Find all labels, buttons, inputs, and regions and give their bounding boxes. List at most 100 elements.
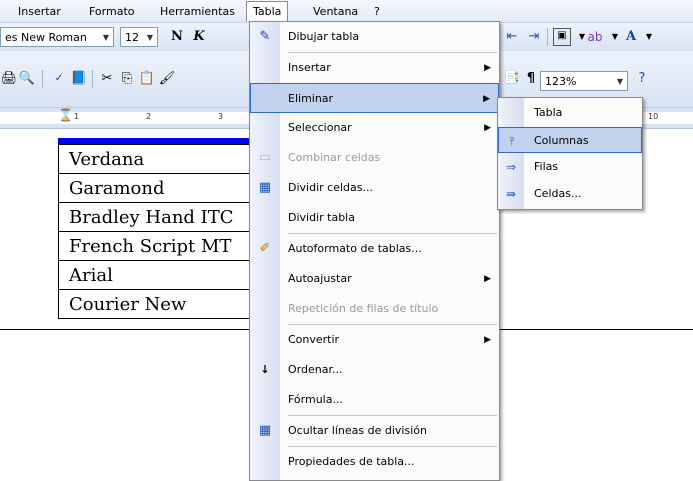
submenu-item-tabla[interactable]: Tabla xyxy=(498,100,642,126)
show-formatting-icon[interactable]: ¶ xyxy=(522,70,540,88)
chevron-down-icon[interactable]: ▼ xyxy=(99,28,113,46)
table-row[interactable]: Garamond xyxy=(58,173,258,203)
gridlines-icon: ▦ xyxy=(258,423,272,438)
chevron-down-icon[interactable]: ▼ xyxy=(613,72,627,90)
font-name-value: es New Roman xyxy=(5,31,87,44)
submenu-arrow-icon: ▶ xyxy=(484,63,491,73)
menu-ventana[interactable]: Ventana xyxy=(313,4,358,20)
format-painter-icon[interactable]: 🖌 xyxy=(158,70,176,88)
menu-item-combinar-celdas[interactable]: ▭ Combinar celdas xyxy=(250,143,499,173)
sort-az-icon: ↓ xyxy=(260,363,270,376)
table-row[interactable]: Verdana xyxy=(58,144,258,174)
font-size-combo[interactable]: 12 ▼ xyxy=(120,27,158,47)
menu-item-dividir-celdas[interactable]: ▦ Dividir celdas... xyxy=(250,173,499,203)
menu-item-ordenar[interactable]: ↓ Ordenar... xyxy=(250,355,499,385)
menu-item-label: Combinar celdas xyxy=(288,151,381,164)
menu-herramientas[interactable]: Herramientas xyxy=(160,4,235,20)
submenu-item-label: Filas xyxy=(534,160,559,173)
menu-item-eliminar[interactable]: Eliminar ▶ xyxy=(250,83,499,113)
menu-item-label: Dividir tabla xyxy=(288,211,355,224)
submenu-arrow-icon: ▶ xyxy=(484,123,491,133)
autoformat-icon: ✐ xyxy=(259,241,271,256)
zoom-combo[interactable]: 123% ▼ xyxy=(540,71,628,91)
cut-icon[interactable]: ✂ xyxy=(98,70,116,88)
ruler-number: 1 xyxy=(74,112,80,121)
chevron-down-icon[interactable]: ▼ xyxy=(143,28,157,46)
menu-item-label: Autoformato de tablas... xyxy=(288,242,422,255)
table-row[interactable]: Arial xyxy=(58,260,258,290)
menu-item-label: Propiedades de tabla... xyxy=(288,455,415,468)
table-row[interactable]: French Script MT xyxy=(58,231,258,261)
paste-icon[interactable]: 📋 xyxy=(138,70,156,88)
font-name-combo[interactable]: es New Roman ▼ xyxy=(0,27,114,47)
menu-bar: Insertar Formato Herramientas Tabla Vent… xyxy=(0,0,693,23)
submenu-item-filas[interactable]: ⇒ Filas xyxy=(498,154,642,180)
menu-item-label: Ordenar... xyxy=(288,363,343,376)
submenu-arrow-icon: ▶ xyxy=(484,274,491,284)
menu-item-label: Insertar xyxy=(288,61,331,74)
table-row[interactable]: Bradley Hand ITC xyxy=(58,202,258,232)
split-cells-icon: ▦ xyxy=(258,180,272,195)
menu-item-propiedades[interactable]: Propiedades de tabla... xyxy=(250,447,499,477)
menu-tabla[interactable]: Tabla xyxy=(246,1,289,22)
tabla-menu: ✎ Dibujar tabla Insertar ▶ Eliminar ▶ Se… xyxy=(249,21,500,481)
zoom-value: 123% xyxy=(545,75,577,88)
submenu-item-columnas[interactable]: ⫯ Columnas xyxy=(498,127,642,153)
delete-rows-icon: ⇒ xyxy=(505,160,517,174)
menu-item-dibujar-tabla[interactable]: ✎ Dibujar tabla xyxy=(250,22,499,52)
italic-button[interactable]: K xyxy=(190,28,208,46)
print-preview-icon[interactable]: 🔍 xyxy=(18,70,36,88)
document-table[interactable]: Verdana Garamond Bradley Hand ITC French… xyxy=(58,144,258,319)
help-icon[interactable]: ? xyxy=(633,70,651,88)
spelling-icon[interactable]: ✓ xyxy=(50,70,68,88)
menu-item-convertir[interactable]: Convertir ▶ xyxy=(250,325,499,355)
submenu-arrow-icon: ▶ xyxy=(484,335,491,345)
menu-item-insertar[interactable]: Insertar ▶ xyxy=(250,53,499,83)
menu-item-autoformato[interactable]: ✐ Autoformato de tablas... xyxy=(250,234,499,264)
highlight-icon[interactable]: ab xyxy=(586,28,604,46)
menu-item-label: Ocultar líneas de división xyxy=(288,424,427,437)
indent-marker-icon[interactable]: ⌛ xyxy=(58,108,73,122)
menu-item-label: Dibujar tabla xyxy=(288,30,360,43)
submenu-item-celdas[interactable]: ⇛ Celdas... xyxy=(498,181,642,207)
menu-item-seleccionar[interactable]: Seleccionar ▶ xyxy=(250,113,499,143)
table-cell[interactable]: Courier New xyxy=(58,289,258,319)
menu-item-label: Eliminar xyxy=(288,92,334,105)
menu-insertar[interactable]: Insertar xyxy=(18,4,61,20)
font-size-value: 12 xyxy=(125,31,139,44)
submenu-arrow-icon: ▶ xyxy=(483,94,490,104)
decrease-indent-icon[interactable]: ⇤ xyxy=(503,28,521,46)
submenu-item-label: Tabla xyxy=(534,106,563,119)
menu-item-ocultar-lineas[interactable]: ▦ Ocultar líneas de división xyxy=(250,416,499,446)
menu-formato[interactable]: Formato xyxy=(89,4,135,20)
menu-item-repeticion-filas[interactable]: Repetición de filas de título xyxy=(250,294,499,324)
menu-item-formula[interactable]: Fórmula... xyxy=(250,385,499,415)
table-cell[interactable]: Bradley Hand ITC xyxy=(58,202,258,232)
menu-ayuda[interactable]: ? xyxy=(374,4,380,20)
submenu-item-label: Columnas xyxy=(534,134,589,147)
ruler-number: 10 xyxy=(648,112,659,121)
table-cell[interactable]: Garamond xyxy=(58,173,258,203)
borders-icon[interactable]: ▣ xyxy=(553,28,571,46)
table-cell[interactable]: Verdana xyxy=(58,144,258,174)
submenu-item-label: Celdas... xyxy=(534,187,582,200)
menu-item-dividir-tabla[interactable]: Dividir tabla xyxy=(250,203,499,233)
ruler-number: 2 xyxy=(146,112,152,121)
table-row[interactable]: Courier New xyxy=(58,289,258,319)
print-icon[interactable]: 🖨 xyxy=(0,70,18,88)
chevron-down-icon[interactable]: ▼ xyxy=(640,28,658,46)
merge-cells-icon: ▭ xyxy=(258,150,272,165)
document-map-icon[interactable]: 📑 xyxy=(503,70,521,88)
copy-icon[interactable]: ⎘ xyxy=(118,70,136,88)
table-cell[interactable]: Arial xyxy=(58,260,258,290)
font-color-icon[interactable]: A xyxy=(622,28,640,46)
bold-button[interactable]: N xyxy=(168,28,186,46)
eliminar-submenu: Tabla ⫯ Columnas ⇒ Filas ⇛ Celdas... xyxy=(497,97,643,210)
table-cell[interactable]: French Script MT xyxy=(58,231,258,261)
research-icon[interactable]: 📘 xyxy=(70,70,88,88)
menu-item-label: Fórmula... xyxy=(288,393,343,406)
menu-item-autoajustar[interactable]: Autoajustar ▶ xyxy=(250,264,499,294)
menu-item-label: Convertir xyxy=(288,333,340,346)
menu-item-label: Dividir celdas... xyxy=(288,181,373,194)
increase-indent-icon[interactable]: ⇥ xyxy=(525,28,543,46)
